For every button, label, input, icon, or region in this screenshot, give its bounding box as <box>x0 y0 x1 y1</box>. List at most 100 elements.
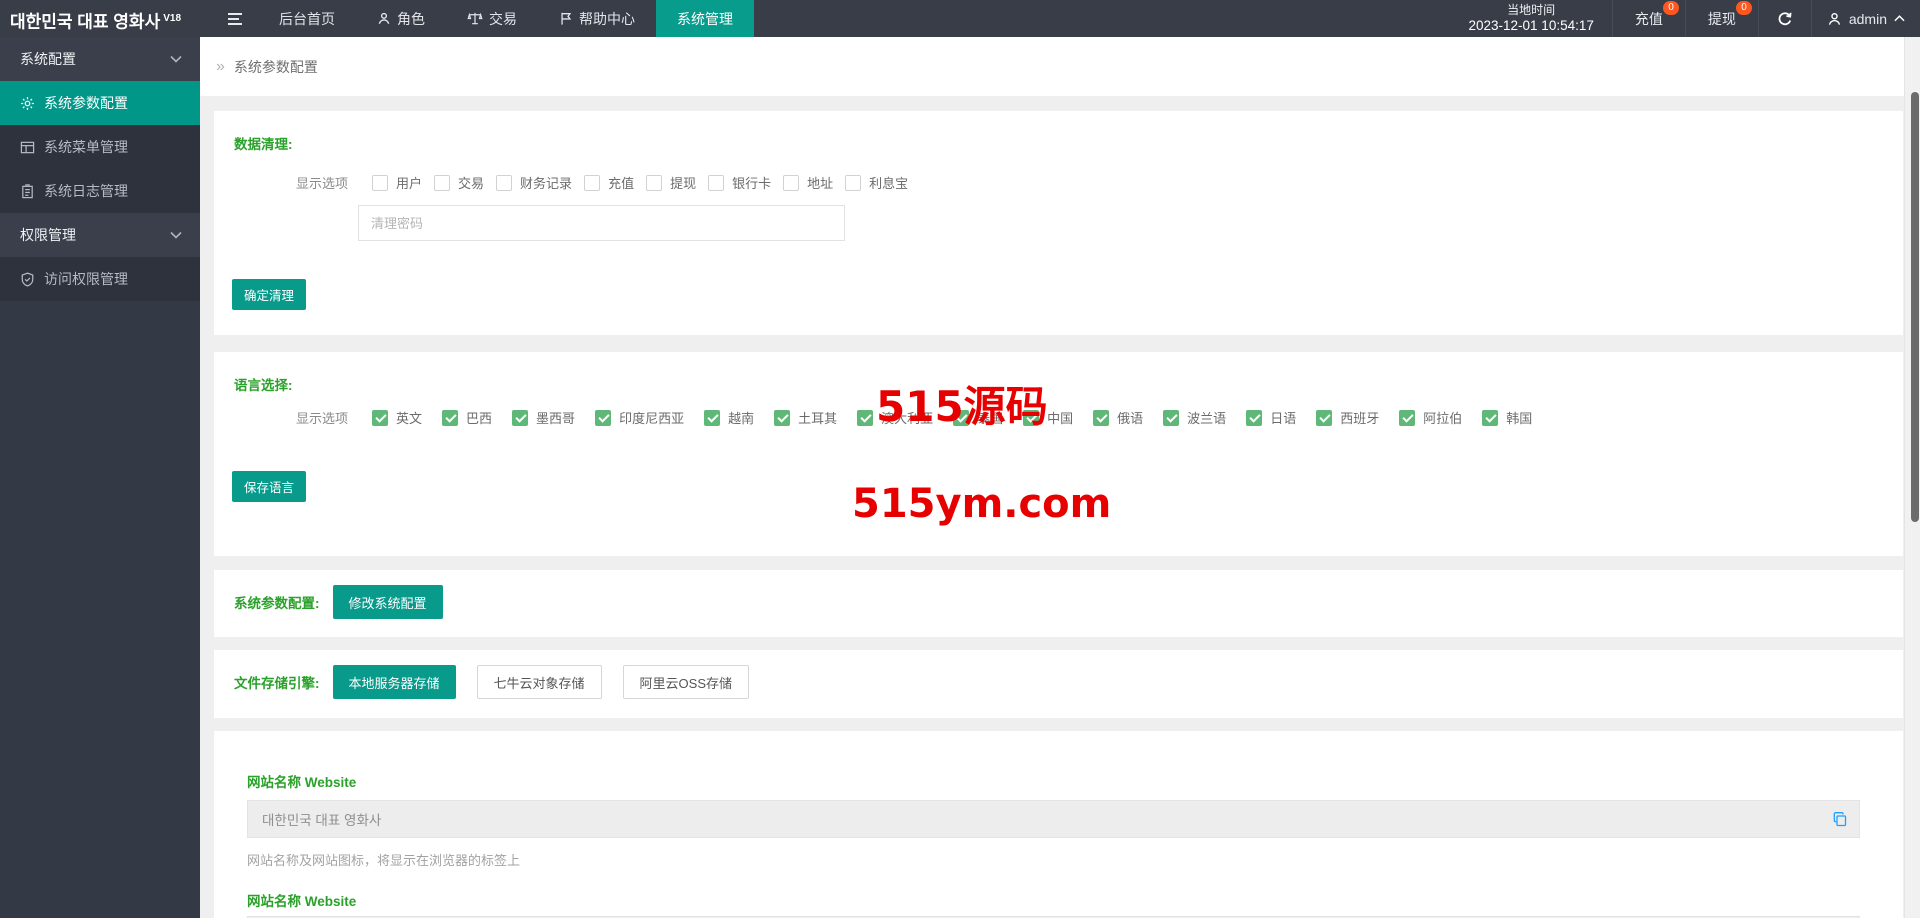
checkbox-checked[interactable] <box>372 409 389 426</box>
sidebar-item-system-menu[interactable]: 系统菜单管理 <box>0 125 200 169</box>
checkbox-label: 交易 <box>458 176 485 191</box>
collapse-menu-icon[interactable] <box>212 0 258 37</box>
checkbox-lang-china[interactable]: 中国 <box>1023 408 1073 427</box>
checkbox-checked[interactable] <box>857 409 874 426</box>
checkbox-withdraw[interactable]: 提现 <box>646 173 696 192</box>
flag-icon <box>561 12 572 25</box>
checkbox-checked[interactable] <box>704 409 721 426</box>
checkbox-checked[interactable] <box>595 409 612 426</box>
sidebar-item-system-params[interactable]: 系统参数配置 <box>0 81 200 125</box>
clean-password-input[interactable] <box>358 205 845 241</box>
sidebar-item-access-permissions[interactable]: 访问权限管理 <box>0 257 200 301</box>
confirm-clean-button[interactable]: 确定清理 <box>232 279 307 310</box>
checkbox-bank-card[interactable]: 银行卡 <box>708 173 771 192</box>
page-scrollbar[interactable] <box>1904 37 1920 918</box>
checkbox-checked[interactable] <box>774 409 791 426</box>
checkbox-lang-russian[interactable]: 俄语 <box>1093 408 1143 427</box>
display-options-label: 显示选项 <box>296 176 349 191</box>
checkbox-checked[interactable] <box>1023 409 1040 426</box>
checkbox[interactable] <box>845 174 862 191</box>
nav-transactions[interactable]: 交易 <box>446 0 538 37</box>
checkbox-label: 用户 <box>396 176 423 191</box>
topbar: 대한민국 대표 영화사 V18 后台首页 角色 交易 帮助中心 系统管理 当地时… <box>0 0 1920 37</box>
nav-help-center-label: 帮助中心 <box>579 10 635 27</box>
checkbox[interactable] <box>646 174 663 191</box>
checkbox-label: 英文 <box>396 411 423 426</box>
website-name-field <box>247 800 1860 838</box>
website-name-help: 网站名称及网站图标，将显示在浏览器的标签上 <box>247 853 521 868</box>
checkbox-lang-indonesia[interactable]: 印度尼西亚 <box>595 408 684 427</box>
sidebar-item-system-logs[interactable]: 系统日志管理 <box>0 169 200 213</box>
app-logo: 대한민국 대표 영화사 V18 <box>0 0 212 37</box>
copy-icon[interactable] <box>1832 811 1848 827</box>
person-icon <box>378 12 390 24</box>
checkbox-lang-turkey[interactable]: 土耳其 <box>774 408 837 427</box>
breadcrumb-separator-icon: » <box>216 57 225 75</box>
checkbox-checked[interactable] <box>1399 409 1416 426</box>
checkbox[interactable] <box>708 174 725 191</box>
window-icon <box>20 141 35 153</box>
checkbox-checked[interactable] <box>512 409 529 426</box>
checkbox[interactable] <box>584 174 601 191</box>
storage-engine-card: 文件存储引擎: 本地服务器存储 七牛云对象存储 阿里云OSS存储 <box>214 650 1903 718</box>
checkbox-checked[interactable] <box>442 409 459 426</box>
checkbox-finance-records[interactable]: 财务记录 <box>496 173 572 192</box>
checkbox-lang-english[interactable]: 英文 <box>372 408 422 427</box>
checkbox-recharge[interactable]: 充值 <box>584 173 634 192</box>
sidebar-group-label: 权限管理 <box>20 227 76 243</box>
checkbox-lang-spanish[interactable]: 西班牙 <box>1316 408 1379 427</box>
checkbox-lang-polish[interactable]: 波兰语 <box>1163 408 1226 427</box>
checkbox-checked[interactable] <box>1163 409 1180 426</box>
checkbox-label: 银行卡 <box>732 176 772 191</box>
checkbox-lang-vietnam[interactable]: 越南 <box>704 408 754 427</box>
recharge-button[interactable]: 充值 0 <box>1613 0 1685 37</box>
language-card: 语言选择: 显示选项 英文 巴西 墨西哥 印度尼西亚 越南 土耳其 澳大利亚 泰… <box>214 352 1903 556</box>
local-time-value: 2023-12-01 10:54:17 <box>1468 18 1594 33</box>
storage-qiniu-button[interactable]: 七牛云对象存储 <box>476 665 602 699</box>
website-name-input[interactable] <box>247 800 1860 838</box>
sidebar-group-label: 系统配置 <box>20 51 76 67</box>
sidebar-group-permissions[interactable]: 权限管理 <box>0 213 200 257</box>
checkbox-checked[interactable] <box>1316 409 1333 426</box>
checkbox-users[interactable]: 用户 <box>372 173 422 192</box>
storage-local-button[interactable]: 本地服务器存储 <box>332 665 456 699</box>
scrollbar-thumb[interactable] <box>1911 92 1919 522</box>
checkbox[interactable] <box>783 174 800 191</box>
sidebar-group-system-config[interactable]: 系统配置 <box>0 37 200 81</box>
recharge-badge: 0 <box>1663 1 1679 15</box>
checkbox-lang-thailand[interactable]: 泰国 <box>953 408 1003 427</box>
system-config-card: 系统参数配置: 修改系统配置 <box>214 570 1903 637</box>
scales-icon <box>467 12 483 25</box>
checkbox-checked[interactable] <box>1482 409 1499 426</box>
checkbox-lang-australia[interactable]: 澳大利亚 <box>857 408 933 427</box>
checkbox-address[interactable]: 地址 <box>783 173 833 192</box>
checkbox[interactable] <box>372 174 389 191</box>
nav-help-center[interactable]: 帮助中心 <box>538 0 656 37</box>
checkbox-lang-mexico[interactable]: 墨西哥 <box>512 408 575 427</box>
nav-system-management[interactable]: 系统管理 <box>656 0 754 37</box>
checkbox-lang-brazil[interactable]: 巴西 <box>442 408 492 427</box>
withdraw-button[interactable]: 提现 0 <box>1686 0 1758 37</box>
checkbox-checked[interactable] <box>1246 409 1263 426</box>
checkbox-label: 西班牙 <box>1340 411 1380 426</box>
storage-aliyun-oss-button[interactable]: 阿里云OSS存储 <box>622 665 749 699</box>
save-language-button[interactable]: 保存语言 <box>232 471 307 502</box>
checkbox[interactable] <box>434 174 451 191</box>
checkbox-lang-japanese[interactable]: 日语 <box>1246 408 1296 427</box>
modify-system-config-button[interactable]: 修改系统配置 <box>332 585 443 619</box>
checkbox-label: 印度尼西亚 <box>619 411 685 426</box>
checkbox-lang-korea[interactable]: 韩国 <box>1482 408 1532 427</box>
user-menu[interactable]: admin <box>1812 0 1920 37</box>
nav-dashboard[interactable]: 后台首页 <box>258 0 356 37</box>
checkbox-transactions[interactable]: 交易 <box>434 173 484 192</box>
checkbox[interactable] <box>496 174 513 191</box>
checkbox-checked[interactable] <box>953 409 970 426</box>
checkbox-lang-arabic[interactable]: 阿拉伯 <box>1399 408 1462 427</box>
checkbox-checked[interactable] <box>1093 409 1110 426</box>
chevron-down-icon <box>170 231 182 239</box>
nav-roles[interactable]: 角色 <box>356 0 446 37</box>
refresh-button[interactable] <box>1759 0 1811 37</box>
checkbox-label: 澳大利亚 <box>881 411 934 426</box>
checkbox-interest[interactable]: 利息宝 <box>845 173 908 192</box>
data-clean-title: 数据清理: <box>234 137 293 152</box>
